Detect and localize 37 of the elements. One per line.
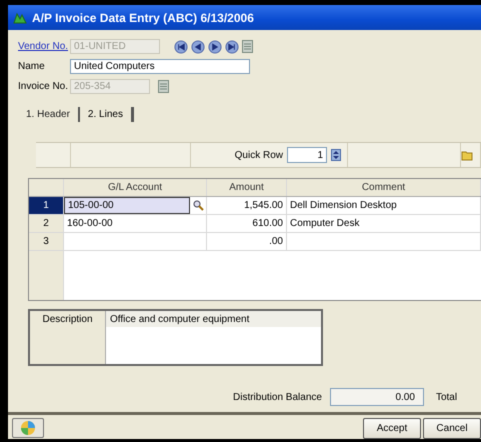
- balance-field: 0.00: [330, 388, 424, 406]
- quick-row-label: Quick Row: [234, 150, 283, 160]
- next-record-icon[interactable]: [208, 40, 222, 54]
- table-cell: 105-00-00: [64, 197, 190, 214]
- table-cell: 160-00-00: [64, 215, 207, 232]
- total-label: Total: [436, 392, 458, 402]
- table-cell: .00: [207, 233, 287, 250]
- row-number[interactable]: 3: [29, 233, 64, 250]
- window-title: A/P Invoice Data Entry (ABC) 6/13/2006: [32, 10, 254, 24]
- column-header: Amount: [207, 179, 287, 196]
- field-label: Name: [18, 61, 46, 72]
- app-icon: [13, 12, 27, 24]
- spin-icon[interactable]: [331, 149, 341, 161]
- dialog-button[interactable]: Cancel: [423, 418, 481, 438]
- table-cell: Dell Dimension Desktop: [287, 197, 481, 214]
- tab[interactable]: 1. Header: [18, 106, 80, 122]
- last-record-icon[interactable]: [225, 40, 239, 54]
- quick-row-field[interactable]: 1: [287, 147, 327, 163]
- description-label: Description: [30, 311, 106, 364]
- folder-icon[interactable]: [461, 149, 473, 161]
- column-header: Comment: [287, 179, 481, 196]
- row-number[interactable]: 1: [29, 197, 64, 214]
- dialog-button[interactable]: Accept: [363, 418, 421, 438]
- first-record-icon[interactable]: [174, 40, 188, 54]
- table-cell: 1,545.00: [207, 197, 287, 214]
- help-button[interactable]: [12, 418, 44, 438]
- help-icon: [20, 420, 36, 436]
- balance-label: Distribution Balance: [233, 392, 322, 402]
- column-header: G/L Account: [64, 179, 207, 196]
- field-label: Invoice No.: [18, 81, 70, 92]
- table-cell: 610.00: [207, 215, 287, 232]
- tab[interactable]: 2. Lines: [80, 106, 134, 122]
- input-field[interactable]: United Computers: [70, 59, 250, 74]
- prev-record-icon[interactable]: [191, 40, 205, 54]
- search-icon[interactable]: [192, 200, 204, 211]
- row-number[interactable]: 2: [29, 215, 64, 232]
- table-cell: Computer Desk: [287, 215, 481, 232]
